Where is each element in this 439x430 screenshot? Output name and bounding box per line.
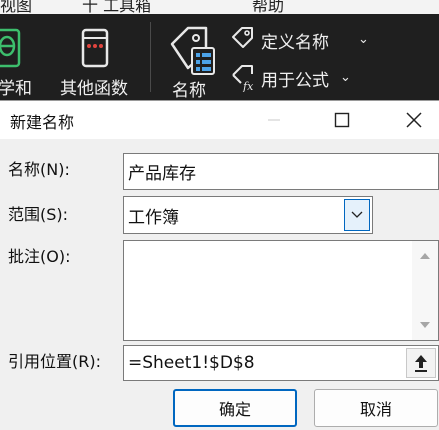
use-in-formula-button[interactable]: 用于公式 xyxy=(261,66,329,91)
math-group-label[interactable]: 学和 xyxy=(0,74,32,99)
name-label: 名称(N): xyxy=(8,160,70,179)
close-button[interactable] xyxy=(391,101,437,139)
define-name-tag-icon[interactable] xyxy=(231,26,255,50)
ribbon-tab-strip: 视图 十 工具箱 帮助 xyxy=(0,0,439,16)
upload-arrow-icon xyxy=(415,355,427,372)
refers-to-value: =Sheet1!$D$8 xyxy=(128,353,255,373)
cancel-button[interactable]: 取消 xyxy=(314,389,438,427)
scroll-down-icon[interactable] xyxy=(419,321,431,329)
name-manager-label[interactable]: 名称 xyxy=(172,76,206,100)
scope-label: 范围(S): xyxy=(8,205,69,224)
ribbon: 视图 十 工具箱 帮助 学和 其他函数 名称 定义名称 ⌄ fx 用于公式 ⌄ xyxy=(0,0,439,100)
tab-fragment-left[interactable]: 视图 xyxy=(0,0,32,16)
other-functions-label[interactable]: 其他函数 xyxy=(60,74,128,99)
minimize-icon xyxy=(268,119,280,121)
comment-label: 批注(O): xyxy=(8,247,71,266)
scope-dropdown-button[interactable] xyxy=(344,199,370,231)
chevron-down-icon xyxy=(351,211,363,218)
define-name-chevron-icon[interactable]: ⌄ xyxy=(358,32,369,47)
name-input[interactable]: 产品库存 xyxy=(123,153,439,190)
refers-to-input[interactable]: =Sheet1!$D$8 xyxy=(123,345,439,381)
tab-fragment-right[interactable]: 帮助 xyxy=(252,0,284,16)
close-icon xyxy=(406,112,422,128)
ok-button[interactable]: 确定 xyxy=(173,389,297,427)
maximize-icon xyxy=(334,112,350,128)
refers-to-label: 引用位置(R): xyxy=(8,352,101,371)
maximize-button[interactable] xyxy=(319,101,365,139)
svg-text:fx: fx xyxy=(242,80,254,92)
name-input-value: 产品库存 xyxy=(128,164,196,184)
define-name-button[interactable]: 定义名称 xyxy=(261,28,329,53)
scroll-up-icon[interactable] xyxy=(419,252,431,260)
math-icon[interactable] xyxy=(0,28,22,72)
dialog-title-bar[interactable]: 新建名称 xyxy=(0,101,439,139)
other-functions-icon[interactable] xyxy=(80,28,110,72)
collapse-dialog-button[interactable] xyxy=(406,348,436,378)
comment-textarea[interactable] xyxy=(123,240,439,341)
comment-scrollbar[interactable] xyxy=(412,241,438,340)
ribbon-separator xyxy=(150,22,151,92)
tab-fragment-mid[interactable]: 十 工具箱 xyxy=(82,0,151,16)
minimize-button xyxy=(251,101,297,139)
dialog-title: 新建名称 xyxy=(10,113,75,132)
new-name-dialog: 新建名称 名称(N): 产品库存 范围(S): 工作簿 批注(O): 引用位置(… xyxy=(0,100,439,430)
scope-select-value: 工作簿 xyxy=(128,207,179,228)
use-in-formula-chevron-icon[interactable]: ⌄ xyxy=(340,70,351,85)
use-in-formula-icon[interactable]: fx xyxy=(231,64,257,92)
scope-select[interactable]: 工作簿 xyxy=(123,196,373,234)
name-manager-icon[interactable] xyxy=(168,24,218,76)
